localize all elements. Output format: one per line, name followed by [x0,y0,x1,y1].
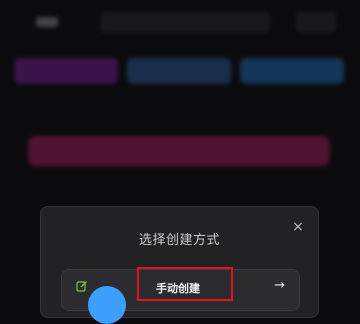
edit-icon [76,281,87,292]
manual-create-label: 手动创建 [156,282,200,295]
arrow-right-icon: → [274,278,285,293]
create-method-dialog: 选择创建方式 × 手动创建 → [40,206,319,318]
create-banner-button[interactable] [28,136,330,166]
top-bar [0,0,360,44]
tab-1[interactable] [14,58,118,84]
top-right-button[interactable] [296,11,336,33]
top-select[interactable] [100,11,270,33]
close-button[interactable]: × [290,219,306,235]
tab-3[interactable] [240,58,344,84]
tab-2[interactable] [127,58,231,84]
category-tabs [14,58,344,86]
dialog-title: 选择创建方式 [138,233,220,248]
app-logo [36,17,58,27]
floating-avatar [88,286,126,324]
